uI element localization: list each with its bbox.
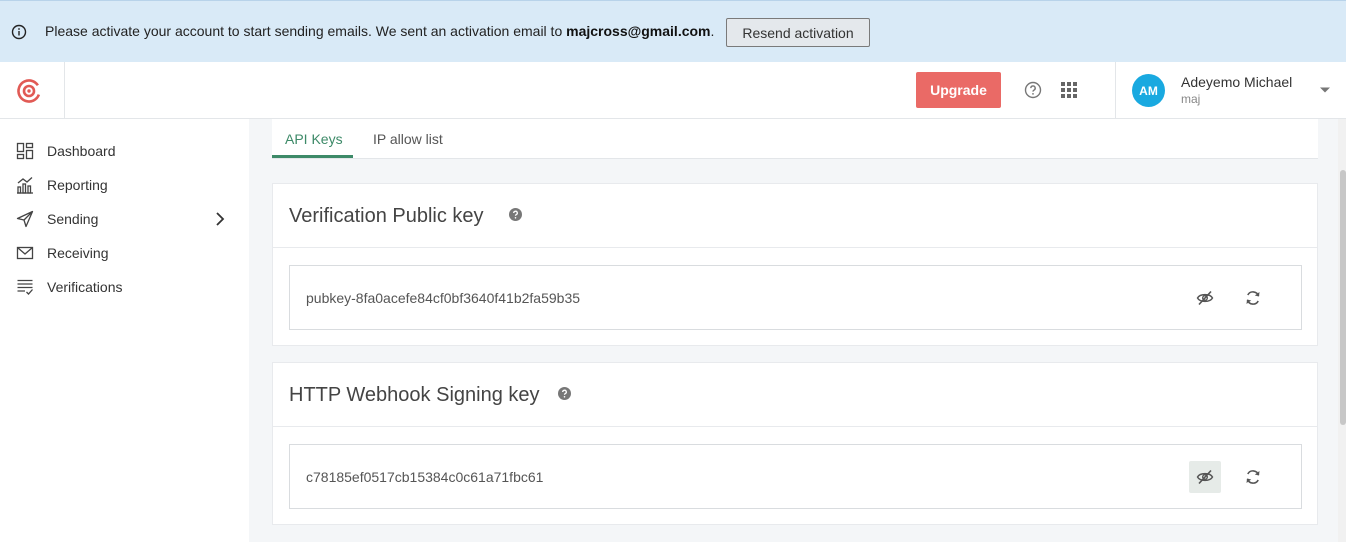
chevron-right-icon[interactable] — [215, 212, 225, 226]
help-icon[interactable] — [1024, 81, 1042, 99]
toggle-visibility-button[interactable] — [1189, 461, 1221, 493]
sidebar-item-label: Verifications — [47, 279, 123, 295]
sidebar-item-label: Dashboard — [47, 143, 116, 159]
at-sign-logo-icon — [17, 79, 41, 103]
sidebar-item-receiving[interactable]: Receiving — [0, 236, 249, 270]
eye-hidden-icon — [1196, 290, 1214, 306]
sidebar: Dashboard Reporting Sending Receiving Ve… — [0, 119, 249, 542]
toggle-visibility-button[interactable] — [1189, 282, 1221, 314]
regenerate-key-button[interactable] — [1237, 461, 1269, 493]
chevron-down-icon[interactable] — [1319, 86, 1331, 94]
refresh-icon — [1246, 470, 1260, 484]
activation-message: Please activate your account to start se… — [45, 23, 714, 39]
apps-grid-icon[interactable] — [1060, 81, 1078, 99]
activation-email: majcross@gmail.com — [566, 23, 711, 39]
activation-banner: Please activate your account to start se… — [0, 0, 1346, 62]
key-field: c78185ef0517cb15384c0c61a71fbc61 — [289, 444, 1302, 509]
card-header: HTTP Webhook Signing key — [273, 363, 1317, 427]
card-header: Verification Public key — [273, 184, 1317, 248]
sidebar-item-sending[interactable]: Sending — [0, 202, 249, 236]
resend-activation-button[interactable]: Resend activation — [726, 18, 870, 47]
user-menu[interactable]: AM Adeyemo Michael maj — [1115, 62, 1346, 119]
verifications-icon — [17, 279, 33, 295]
card-title: Verification Public key — [289, 205, 484, 227]
envelope-icon — [16, 246, 34, 260]
key-value: pubkey-8fa0acefe84cf0bf3640f41b2fa59b35 — [306, 290, 581, 306]
tab-bar: API Keys IP allow list — [272, 119, 1318, 159]
sidebar-item-label: Receiving — [47, 245, 109, 261]
logo[interactable] — [0, 62, 65, 119]
regenerate-key-button[interactable] — [1237, 282, 1269, 314]
card-title: HTTP Webhook Signing key — [289, 384, 540, 406]
help-tooltip-icon[interactable] — [558, 387, 571, 400]
key-value: c78185ef0517cb15384c0c61a71fbc61 — [306, 469, 544, 485]
refresh-icon — [1246, 291, 1260, 305]
upgrade-button[interactable]: Upgrade — [916, 72, 1001, 108]
dashboard-icon — [16, 142, 34, 160]
tab-ip-allow-list[interactable]: IP allow list — [373, 131, 443, 147]
webhook-signing-key-card: HTTP Webhook Signing key c78185ef0517cb1… — [272, 362, 1318, 525]
sidebar-item-label: Reporting — [47, 177, 108, 193]
help-tooltip-icon[interactable] — [509, 208, 522, 221]
avatar: AM — [1132, 74, 1165, 107]
top-bar: Upgrade AM Adeyemo Michael maj — [0, 62, 1346, 119]
scrollbar-thumb[interactable] — [1340, 170, 1346, 425]
sidebar-item-dashboard[interactable]: Dashboard — [0, 134, 249, 168]
user-name: Adeyemo Michael — [1181, 74, 1293, 90]
eye-hidden-icon — [1196, 469, 1214, 485]
sidebar-item-label: Sending — [47, 211, 99, 227]
active-tab-indicator — [272, 155, 353, 158]
user-subtitle: maj — [1181, 92, 1201, 106]
sidebar-item-verifications[interactable]: Verifications — [0, 270, 249, 304]
activation-message-text: Please activate your account to start se… — [45, 23, 567, 39]
sending-icon — [16, 210, 34, 228]
sidebar-item-reporting[interactable]: Reporting — [0, 168, 249, 202]
reporting-icon — [17, 177, 33, 194]
tab-api-keys[interactable]: API Keys — [285, 131, 343, 147]
activation-message-period: . — [710, 23, 715, 39]
verification-public-key-card: Verification Public key pubkey-8fa0acefe… — [272, 183, 1318, 346]
info-icon — [11, 24, 27, 40]
key-field: pubkey-8fa0acefe84cf0bf3640f41b2fa59b35 — [289, 265, 1302, 330]
